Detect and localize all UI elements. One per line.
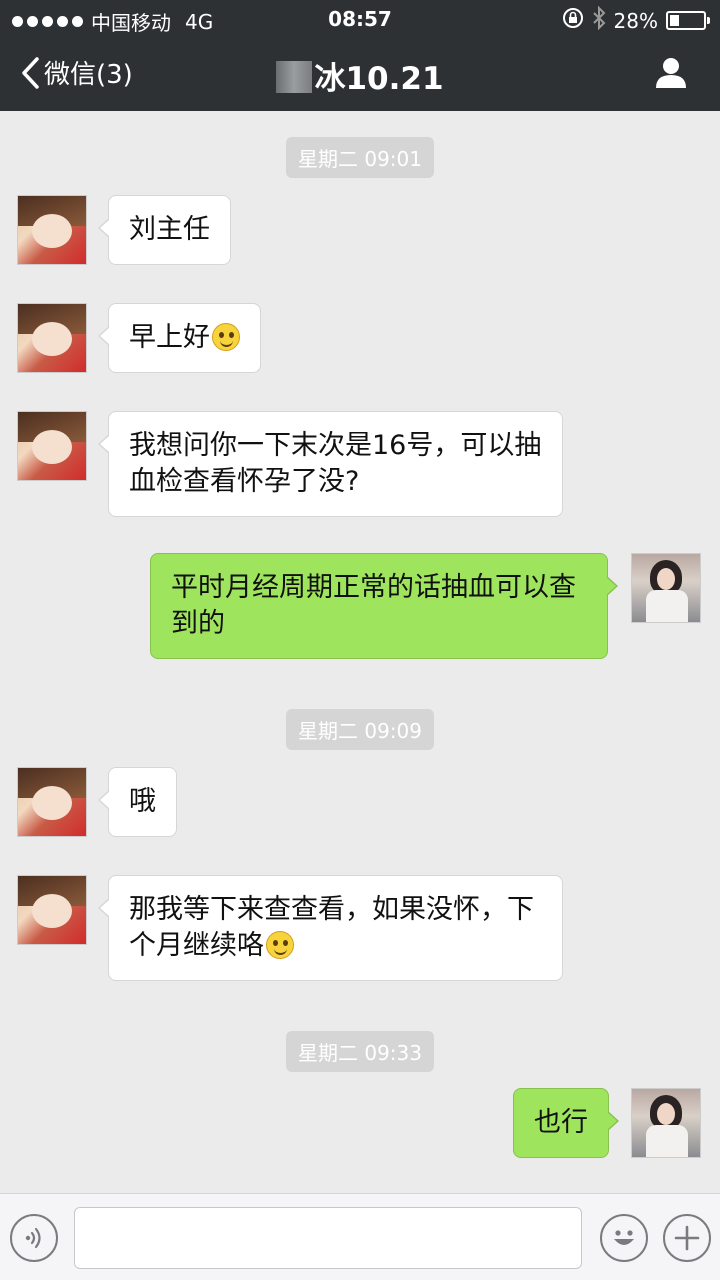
chat-area[interactable]: 星期二 09:01 刘主任 早上好 我想问你一下末次是16号，可以抽血检查看怀孕… — [0, 111, 720, 1193]
input-bar — [0, 1193, 720, 1280]
message-bubble-incoming[interactable]: 早上好 — [98, 303, 261, 373]
battery-percent: 28% — [613, 8, 658, 33]
smile-emoji-icon — [212, 323, 240, 351]
contact-avatar[interactable] — [17, 411, 87, 481]
profile-button[interactable] — [654, 55, 688, 93]
smile-emoji-icon — [266, 931, 294, 959]
bluetooth-icon — [592, 5, 606, 35]
obscured-name-block — [276, 61, 313, 93]
battery-icon — [666, 11, 710, 30]
contact-avatar[interactable] — [17, 195, 87, 265]
timestamp: 星期二 09:01 — [286, 137, 434, 178]
contact-avatar[interactable] — [17, 767, 87, 837]
status-bar: 中国移动 4G 08:57 28% — [0, 0, 720, 36]
contact-avatar[interactable] — [17, 303, 87, 373]
timestamp: 星期二 09:33 — [286, 1031, 434, 1072]
my-avatar[interactable] — [631, 1088, 701, 1158]
navigation-bar: 微信(3) 冰10.21 — [0, 36, 720, 111]
timestamp: 星期二 09:09 — [286, 709, 434, 750]
voice-button[interactable] — [10, 1214, 58, 1262]
message-bubble-outgoing[interactable]: 平时月经周期正常的话抽血可以查到的 — [150, 553, 618, 659]
message-bubble-incoming[interactable]: 哦 — [98, 767, 177, 837]
message-bubble-outgoing[interactable]: 也行 — [513, 1088, 619, 1158]
message-bubble-incoming[interactable]: 那我等下来查查看，如果没怀，下个月继续咯 — [98, 875, 563, 981]
rotation-lock-icon — [562, 7, 584, 34]
contact-avatar[interactable] — [17, 875, 87, 945]
chat-title: 冰10.21 — [0, 53, 720, 98]
header: 中国移动 4G 08:57 28% 微信(3) 冰10.21 — [0, 0, 720, 111]
chat-title-text: 冰10.21 — [314, 61, 444, 97]
message-input[interactable] — [74, 1207, 582, 1269]
emoji-button[interactable] — [600, 1214, 648, 1262]
voice-icon — [25, 1227, 41, 1249]
my-avatar[interactable] — [631, 553, 701, 623]
message-bubble-incoming[interactable]: 刘主任 — [98, 195, 231, 265]
more-button[interactable] — [663, 1214, 711, 1262]
person-icon — [656, 58, 686, 88]
smiley-icon — [614, 1230, 634, 1245]
plus-icon — [674, 1225, 700, 1251]
message-bubble-incoming[interactable]: 我想问你一下末次是16号，可以抽血检查看怀孕了没? — [98, 411, 563, 517]
